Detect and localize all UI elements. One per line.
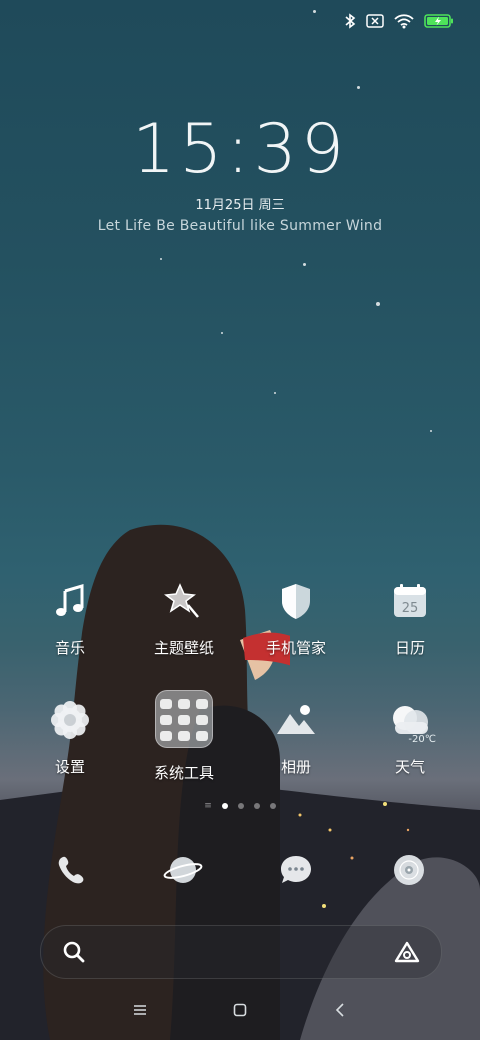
star <box>160 258 162 260</box>
app-themes[interactable]: 主题壁纸 <box>134 575 234 658</box>
planet-icon <box>163 857 203 883</box>
navigation-bar <box>0 995 480 1025</box>
weather-temp: -20℃ <box>408 734 436 745</box>
app-music[interactable]: 音乐 <box>20 575 120 658</box>
app-label: 音乐 <box>54 639 85 657</box>
music-icon <box>44 575 96 627</box>
calendar-day: 25 <box>402 601 419 616</box>
app-folder-system-tools[interactable]: 系统工具 <box>134 690 234 783</box>
lockscreen-time: 15:39 <box>132 110 348 189</box>
search-bar[interactable] <box>40 925 442 979</box>
app-label: 系统工具 <box>153 764 214 782</box>
search-icon[interactable] <box>63 941 85 963</box>
back-icon[interactable] <box>325 997 355 1023</box>
page-dot[interactable] <box>253 803 260 809</box>
gear-icon <box>44 694 96 746</box>
chat-icon <box>281 856 311 883</box>
app-label: 手机管家 <box>265 639 326 657</box>
page-dot[interactable] <box>237 803 244 809</box>
app-label: 日历 <box>394 639 425 657</box>
star <box>303 263 306 266</box>
app-label: 天气 <box>394 758 425 776</box>
weather-icon: -20℃ <box>384 694 436 746</box>
bluetooth-icon <box>345 13 356 29</box>
sim-disabled-icon <box>366 14 384 28</box>
star <box>357 86 360 89</box>
menu-icon[interactable] <box>125 997 155 1023</box>
folder-icon <box>155 690 213 748</box>
app-settings[interactable]: 设置 <box>20 694 120 777</box>
gallery-icon <box>270 694 322 746</box>
lockscreen-date: 11月25日 周三 <box>195 198 285 213</box>
app-gallery[interactable]: 相册 <box>246 694 346 777</box>
app-label: 主题壁纸 <box>153 639 214 657</box>
star <box>221 332 223 334</box>
page-menu-icon[interactable]: ≡ <box>204 801 212 811</box>
star <box>430 430 432 432</box>
dock <box>0 845 480 895</box>
star <box>274 392 276 394</box>
home-icon[interactable] <box>225 997 255 1023</box>
page-dot[interactable] <box>269 803 276 809</box>
dock-browser[interactable] <box>158 845 208 895</box>
shield-icon <box>270 575 322 627</box>
page-dot-active[interactable] <box>221 803 228 809</box>
wifi-icon <box>394 13 414 28</box>
dock-messages[interactable] <box>271 845 321 895</box>
dock-music-disc[interactable] <box>384 845 434 895</box>
app-label: 相册 <box>280 758 311 776</box>
star <box>376 302 380 306</box>
app-weather[interactable]: -20℃ 天气 <box>360 694 460 777</box>
page-indicator: ≡ <box>0 801 480 811</box>
app-label: 设置 <box>54 758 85 776</box>
disc-icon <box>394 855 424 885</box>
calendar-icon: 25 <box>384 575 436 627</box>
status-bar <box>344 10 454 32</box>
battery-charging-icon <box>424 14 453 28</box>
star <box>313 10 316 13</box>
dock-phone[interactable] <box>46 845 96 895</box>
phone-icon <box>58 856 84 884</box>
theme-star-icon <box>158 575 210 627</box>
assistant-icon[interactable] <box>393 940 421 964</box>
lockscreen-quote: Let Life Be Beautiful like Summer Wind <box>97 218 383 234</box>
app-phone-manager[interactable]: 手机管家 <box>246 575 346 658</box>
app-calendar[interactable]: 25 日历 <box>360 575 460 658</box>
